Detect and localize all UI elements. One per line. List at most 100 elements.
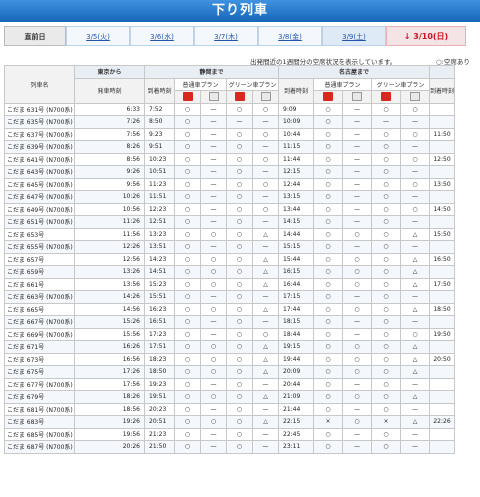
seat-status[interactable]: — bbox=[342, 215, 372, 229]
seat-status[interactable]: ○ bbox=[174, 140, 201, 154]
seat-status[interactable]: ○ bbox=[371, 440, 401, 454]
seat-status[interactable]: ○ bbox=[313, 215, 343, 229]
seat-status[interactable]: — bbox=[252, 315, 279, 329]
seat-status[interactable]: — bbox=[342, 190, 372, 204]
seat-status[interactable]: ○ bbox=[371, 315, 401, 329]
seat-status[interactable]: — bbox=[252, 440, 279, 454]
seat-status[interactable]: ○ bbox=[200, 365, 227, 379]
seat-status[interactable]: ○ bbox=[174, 402, 201, 416]
seat-status[interactable]: — bbox=[371, 115, 401, 129]
seat-status[interactable]: ○ bbox=[342, 365, 372, 379]
seat-status[interactable]: △ bbox=[252, 340, 279, 354]
tab-date[interactable]: 3/6(水) bbox=[130, 26, 194, 46]
seat-status[interactable]: — bbox=[342, 152, 372, 166]
seat-status[interactable]: ○ bbox=[174, 102, 201, 116]
seat-status[interactable]: ○ bbox=[371, 327, 401, 341]
seat-status[interactable]: ○ bbox=[371, 102, 401, 116]
seat-status[interactable]: ○ bbox=[200, 415, 227, 429]
seat-status[interactable]: — bbox=[252, 115, 279, 129]
seat-status[interactable]: ○ bbox=[400, 102, 430, 116]
seat-status[interactable]: — bbox=[400, 315, 430, 329]
seat-status[interactable]: ○ bbox=[200, 352, 227, 366]
seat-status[interactable]: — bbox=[400, 290, 430, 304]
seat-status[interactable]: ○ bbox=[174, 165, 201, 179]
seat-status[interactable]: ○ bbox=[226, 190, 253, 204]
seat-status[interactable]: ○ bbox=[313, 115, 343, 129]
seat-status[interactable]: — bbox=[200, 152, 227, 166]
seat-status[interactable]: ○ bbox=[174, 215, 201, 229]
seat-status[interactable]: — bbox=[200, 440, 227, 454]
seat-status[interactable]: ○ bbox=[313, 352, 343, 366]
seat-status[interactable]: ○ bbox=[400, 127, 430, 141]
seat-status[interactable]: ○ bbox=[313, 402, 343, 416]
seat-status[interactable]: △ bbox=[252, 390, 279, 404]
seat-status[interactable]: — bbox=[400, 115, 430, 129]
seat-status[interactable]: ○ bbox=[313, 365, 343, 379]
seat-status[interactable]: — bbox=[200, 165, 227, 179]
tab-date[interactable]: 3/9(土) bbox=[322, 26, 386, 46]
seat-status[interactable]: ○ bbox=[174, 265, 201, 279]
seat-status[interactable]: — bbox=[200, 290, 227, 304]
seat-status[interactable]: △ bbox=[252, 277, 279, 291]
seat-status[interactable]: △ bbox=[252, 252, 279, 266]
seat-status[interactable]: ○ bbox=[226, 177, 253, 191]
seat-status[interactable]: ○ bbox=[371, 427, 401, 441]
seat-status[interactable]: ○ bbox=[200, 252, 227, 266]
seat-status[interactable]: ○ bbox=[174, 340, 201, 354]
seat-status[interactable]: ○ bbox=[371, 252, 401, 266]
seat-status[interactable]: — bbox=[400, 427, 430, 441]
seat-status[interactable]: ○ bbox=[226, 377, 253, 391]
seat-status[interactable]: ○ bbox=[200, 340, 227, 354]
seat-status[interactable]: ○ bbox=[226, 265, 253, 279]
seat-status[interactable]: ○ bbox=[313, 140, 343, 154]
seat-status[interactable]: ○ bbox=[313, 315, 343, 329]
seat-status[interactable]: ○ bbox=[313, 240, 343, 254]
seat-status[interactable]: ○ bbox=[174, 427, 201, 441]
seat-status[interactable]: ○ bbox=[313, 390, 343, 404]
seat-status[interactable]: — bbox=[200, 190, 227, 204]
seat-status[interactable]: — bbox=[342, 290, 372, 304]
seat-status[interactable]: ○ bbox=[200, 265, 227, 279]
seat-status[interactable]: ○ bbox=[313, 102, 343, 116]
tab-date[interactable]: 3/7(木) bbox=[194, 26, 258, 46]
seat-status[interactable]: ○ bbox=[226, 365, 253, 379]
seat-status[interactable]: ○ bbox=[342, 340, 372, 354]
seat-status[interactable]: ○ bbox=[342, 302, 372, 316]
seat-status[interactable]: ○ bbox=[313, 427, 343, 441]
seat-status[interactable]: ○ bbox=[174, 315, 201, 329]
seat-status[interactable]: ○ bbox=[371, 352, 401, 366]
seat-status[interactable]: — bbox=[200, 202, 227, 216]
seat-status[interactable]: ○ bbox=[174, 377, 201, 391]
seat-status[interactable]: — bbox=[342, 202, 372, 216]
seat-status[interactable]: ○ bbox=[371, 127, 401, 141]
seat-status[interactable]: ○ bbox=[174, 327, 201, 341]
tab-date[interactable]: 直前日 bbox=[4, 26, 66, 46]
seat-status[interactable]: △ bbox=[252, 265, 279, 279]
seat-status[interactable]: ○ bbox=[313, 277, 343, 291]
seat-status[interactable]: — bbox=[252, 377, 279, 391]
seat-status[interactable]: ○ bbox=[226, 290, 253, 304]
seat-status[interactable]: △ bbox=[400, 227, 430, 241]
seat-status[interactable]: ○ bbox=[226, 227, 253, 241]
seat-status[interactable]: ○ bbox=[342, 277, 372, 291]
seat-status[interactable]: ○ bbox=[174, 290, 201, 304]
seat-status[interactable]: △ bbox=[400, 352, 430, 366]
seat-status[interactable]: ○ bbox=[174, 152, 201, 166]
seat-status[interactable]: ○ bbox=[371, 165, 401, 179]
seat-status[interactable]: ○ bbox=[226, 165, 253, 179]
seat-status[interactable]: ○ bbox=[226, 277, 253, 291]
seat-status[interactable]: ○ bbox=[371, 227, 401, 241]
seat-status[interactable]: ○ bbox=[174, 177, 201, 191]
tab-date[interactable]: 3/5(火) bbox=[66, 26, 130, 46]
seat-status[interactable]: ○ bbox=[342, 252, 372, 266]
seat-status[interactable]: ○ bbox=[174, 127, 201, 141]
seat-status[interactable]: △ bbox=[252, 352, 279, 366]
seat-status[interactable]: — bbox=[400, 402, 430, 416]
seat-status[interactable]: — bbox=[200, 315, 227, 329]
seat-status[interactable]: ○ bbox=[226, 402, 253, 416]
seat-status[interactable]: — bbox=[400, 165, 430, 179]
seat-status[interactable]: ○ bbox=[371, 402, 401, 416]
seat-status[interactable]: ○ bbox=[252, 177, 279, 191]
seat-status[interactable]: × bbox=[313, 415, 343, 429]
seat-status[interactable]: — bbox=[252, 402, 279, 416]
